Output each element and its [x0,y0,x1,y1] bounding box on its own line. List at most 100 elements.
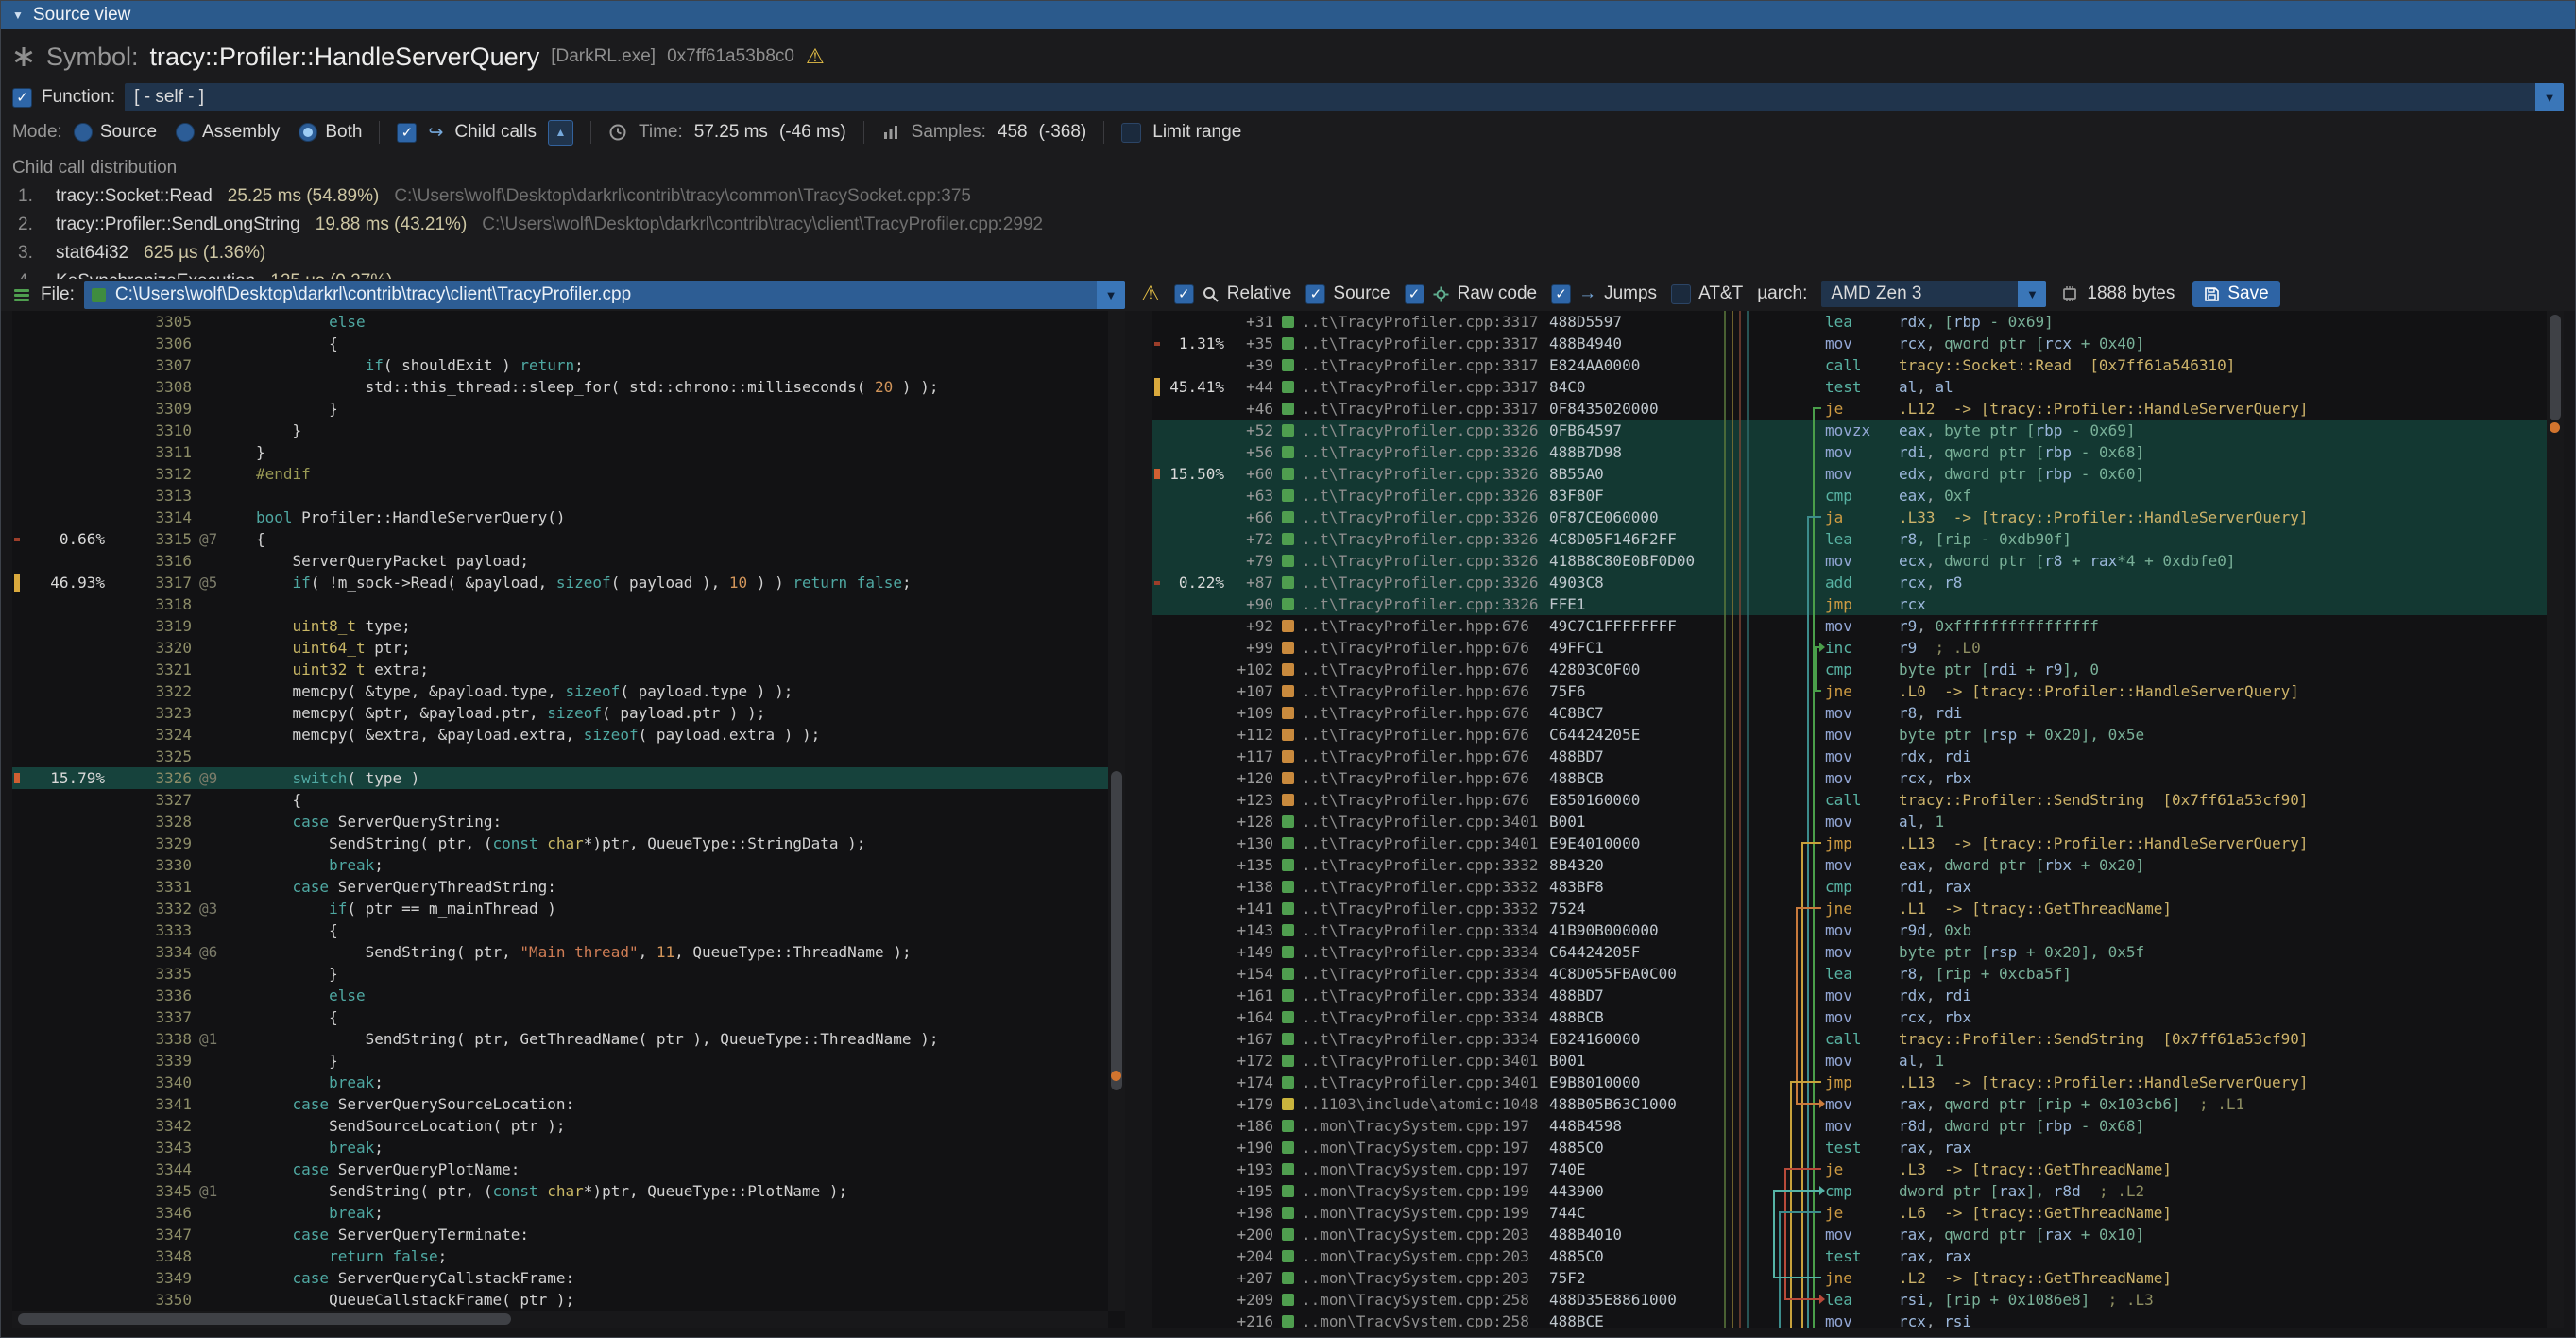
source-line[interactable]: 3345@1 SendString( ptr, (const char*)ptr… [12,1180,1108,1202]
scrollbar-thumb[interactable] [18,1313,511,1325]
child-call-entry[interactable]: 2.tracy::Profiler::SendLongString19.88 m… [12,211,2564,239]
source-line[interactable]: 15.79%3326@9 switch( type ) [12,767,1108,789]
source-line[interactable]: 3346 break; [12,1202,1108,1224]
raw-code-toggle[interactable]: ✓ Raw code [1405,283,1538,304]
asm-row[interactable]: 0.22%+87..t\TracyProfiler.cpp:33264903C8… [1152,572,2547,593]
asm-row[interactable]: +138..t\TracyProfiler.cpp:3332483BF8cmpr… [1152,876,2547,898]
source-line[interactable]: 3340 break; [12,1072,1108,1093]
collapse-icon[interactable]: ▼ [12,9,24,22]
source-vertical-scrollbar[interactable] [1108,311,1125,1311]
chevron-down-icon[interactable]: ▼ [2535,83,2564,112]
asm-row[interactable]: +179..1103\include\atomic:1048488B05B63C… [1152,1093,2547,1115]
source-line[interactable]: 3313 [12,485,1108,506]
source-line[interactable]: 3347 case ServerQueryTerminate: [12,1224,1108,1245]
asm-row[interactable]: +149..t\TracyProfiler.cpp:3334C64424205F… [1152,941,2547,963]
source-line[interactable]: 3316 ServerQueryPacket payload; [12,550,1108,572]
source-line[interactable]: 3330 break; [12,854,1108,876]
asm-row[interactable]: +52..t\TracyProfiler.cpp:33260FB64597mov… [1152,420,2547,441]
source-line[interactable]: 3327 { [12,789,1108,811]
asm-row[interactable]: +63..t\TracyProfiler.cpp:332683F80Fcmpea… [1152,485,2547,506]
asm-row[interactable]: +167..t\TracyProfiler.cpp:3334E824160000… [1152,1028,2547,1050]
source-line[interactable]: 3312#endif [12,463,1108,485]
source-line[interactable]: 3341 case ServerQuerySourceLocation: [12,1093,1108,1115]
selected-line-marker[interactable] [1111,1071,1121,1081]
asm-row[interactable]: +72..t\TracyProfiler.cpp:33264C8D05F146F… [1152,528,2547,550]
source-line[interactable]: 3314bool Profiler::HandleServerQuery() [12,506,1108,528]
source-line[interactable]: 3338@1 SendString( ptr, GetThreadName( p… [12,1028,1108,1050]
source-line[interactable]: 3305 else [12,311,1108,333]
source-line[interactable]: 3311} [12,441,1108,463]
source-checkbox[interactable]: ✓ [1305,284,1325,304]
source-line[interactable]: 3348 return false; [12,1245,1108,1267]
function-checkbox[interactable]: ✓ [12,88,32,108]
asm-row[interactable]: +186..mon\TracySystem.cpp:197448B4598mov… [1152,1115,2547,1137]
asm-row[interactable]: +107..t\TracyProfiler.hpp:67675F6jne.L0 … [1152,680,2547,702]
source-line[interactable]: 3343 break; [12,1137,1108,1158]
child-call-entry[interactable]: 3.stat64i32625 µs (1.36%) [12,239,2564,267]
file-combo[interactable]: C:\Users\wolf\Desktop\darkrl\contrib\tra… [84,281,1125,309]
source-line[interactable]: 3339 } [12,1050,1108,1072]
asm-row[interactable]: +79..t\TracyProfiler.cpp:3326418B8C80E0B… [1152,550,2547,572]
att-checkbox[interactable]: ✓ [1671,284,1691,304]
asm-row[interactable]: +164..t\TracyProfiler.cpp:3334488BCBmovr… [1152,1006,2547,1028]
source-line[interactable]: 3319 uint8_t type; [12,615,1108,637]
source-line[interactable]: 3318 [12,593,1108,615]
asm-row[interactable]: 1.31%+35..t\TracyProfiler.cpp:3317488B49… [1152,333,2547,354]
source-line[interactable]: 3329 SendString( ptr, (const char*)ptr, … [12,832,1108,854]
mode-radio-assembly[interactable]: Assembly [176,122,280,143]
att-toggle[interactable]: ✓ AT&T [1671,283,1743,304]
asm-row[interactable]: +128..t\TracyProfiler.cpp:3401B001moval,… [1152,811,2547,832]
asm-row[interactable]: +141..t\TracyProfiler.cpp:33327524jne.L1… [1152,898,2547,919]
asm-row[interactable]: 15.50%+60..t\TracyProfiler.cpp:33268B55A… [1152,463,2547,485]
asm-row[interactable]: +216..mon\TracySystem.cpp:258488BCEmovrc… [1152,1311,2547,1328]
source-line[interactable]: 3310 } [12,420,1108,441]
asm-row[interactable]: +154..t\TracyProfiler.cpp:33344C8D055FBA… [1152,963,2547,985]
source-line[interactable]: 46.93%3317@5 if( !m_sock->Read( &payload… [12,572,1108,593]
raw-code-checkbox[interactable]: ✓ [1405,284,1424,304]
source-line[interactable]: 3333 { [12,919,1108,941]
asm-row[interactable]: +39..t\TracyProfiler.cpp:3317E824AA0000c… [1152,354,2547,376]
source-line[interactable]: 3325 [12,746,1108,767]
chevron-down-icon[interactable]: ▼ [2018,281,2046,307]
relative-checkbox[interactable]: ✓ [1174,284,1194,304]
asm-row[interactable]: +99..t\TracyProfiler.hpp:67649FFC1incr9 … [1152,637,2547,659]
source-line[interactable]: 3324 memcpy( &extra, &payload.extra, siz… [12,724,1108,746]
asm-row[interactable]: +46..t\TracyProfiler.cpp:33170F843502000… [1152,398,2547,420]
asm-row[interactable]: +195..mon\TracySystem.cpp:199443900cmpdw… [1152,1180,2547,1202]
asm-row[interactable]: +161..t\TracyProfiler.cpp:3334488BD7movr… [1152,985,2547,1006]
limit-range-checkbox[interactable]: ✓ [1121,123,1141,143]
asm-row[interactable]: +172..t\TracyProfiler.cpp:3401B001moval,… [1152,1050,2547,1072]
selected-asm-marker[interactable] [2550,422,2560,433]
chevron-down-icon[interactable]: ▼ [1097,281,1125,309]
asm-row[interactable]: +143..t\TracyProfiler.cpp:333441B90B0000… [1152,919,2547,941]
asm-row[interactable]: +109..t\TracyProfiler.hpp:6764C8BC7movr8… [1152,702,2547,724]
source-line[interactable]: 3350 QueueCallstackFrame( ptr ); [12,1289,1108,1311]
save-button[interactable]: Save [2192,281,2279,307]
source-line[interactable]: 3321 uint32_t extra; [12,659,1108,680]
asm-row[interactable]: +66..t\TracyProfiler.cpp:33260F87CE06000… [1152,506,2547,528]
source-line[interactable]: 3308 std::this_thread::sleep_for( std::c… [12,376,1108,398]
asm-row[interactable]: +102..t\TracyProfiler.hpp:67642803C0F00c… [1152,659,2547,680]
source-line[interactable]: 3307 if( shouldExit ) return; [12,354,1108,376]
child-call-entry[interactable]: 1.tracy::Socket::Read25.25 ms (54.89%)C:… [12,182,2564,211]
asm-row[interactable]: +90..t\TracyProfiler.cpp:3326FFE1jmprcx [1152,593,2547,615]
relative-toggle[interactable]: ✓ Relative [1174,283,1292,304]
source-line[interactable]: 3349 case ServerQueryCallstackFrame: [12,1267,1108,1289]
mode-radio-source[interactable]: Source [74,122,157,143]
function-combo[interactable]: [ - self - ] ▼ [125,83,2564,112]
jumps-checkbox[interactable]: ✓ [1551,284,1571,304]
asm-row[interactable]: +92..t\TracyProfiler.hpp:67649C7C1FFFFFF… [1152,615,2547,637]
asm-row[interactable]: +174..t\TracyProfiler.cpp:3401E9B8010000… [1152,1072,2547,1093]
mode-radio-both[interactable]: Both [299,122,362,143]
source-line[interactable]: 3331 case ServerQueryThreadString: [12,876,1108,898]
scrollbar-thumb[interactable] [1111,771,1122,1091]
jumps-toggle[interactable]: ✓ → Jumps [1551,283,1657,304]
asm-row[interactable]: +123..t\TracyProfiler.hpp:676E850160000c… [1152,789,2547,811]
asm-row[interactable]: +135..t\TracyProfiler.cpp:33328B4320move… [1152,854,2547,876]
asm-row[interactable]: 45.41%+44..t\TracyProfiler.cpp:331784C0t… [1152,376,2547,398]
source-line[interactable]: 3320 uint64_t ptr; [12,637,1108,659]
asm-row[interactable]: +117..t\TracyProfiler.hpp:676488BD7movrd… [1152,746,2547,767]
asm-row[interactable]: +190..mon\TracySystem.cpp:1974885C0testr… [1152,1137,2547,1158]
child-call-entry[interactable]: 4.KeSynchronizeExecution125 µs (0.27%) [12,267,2564,279]
asm-row[interactable]: +200..mon\TracySystem.cpp:203488B4010mov… [1152,1224,2547,1245]
